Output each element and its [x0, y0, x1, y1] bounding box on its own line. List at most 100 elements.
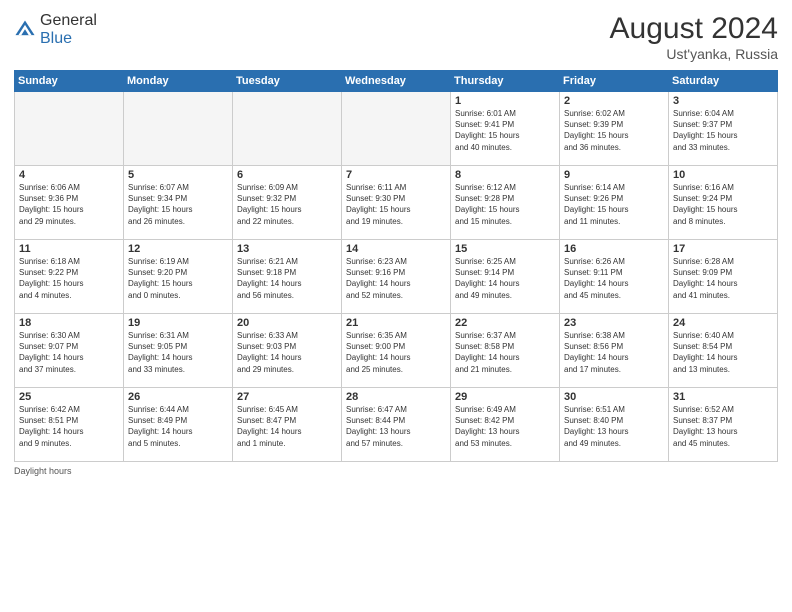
calendar-cell: 7Sunrise: 6:11 AM Sunset: 9:30 PM Daylig…	[342, 166, 451, 240]
day-info: Sunrise: 6:07 AM Sunset: 9:34 PM Dayligh…	[128, 182, 228, 227]
logo-text: General Blue	[40, 12, 97, 48]
week-row-1: 4Sunrise: 6:06 AM Sunset: 9:36 PM Daylig…	[15, 166, 778, 240]
day-info: Sunrise: 6:37 AM Sunset: 8:58 PM Dayligh…	[455, 330, 555, 375]
day-number: 18	[19, 317, 119, 329]
day-number: 3	[673, 95, 773, 107]
day-header-thursday: Thursday	[451, 71, 560, 92]
day-number: 15	[455, 243, 555, 255]
calendar-table: SundayMondayTuesdayWednesdayThursdayFrid…	[14, 70, 778, 462]
logo-general: General	[40, 12, 97, 29]
day-number: 28	[346, 391, 446, 403]
day-info: Sunrise: 6:25 AM Sunset: 9:14 PM Dayligh…	[455, 256, 555, 301]
week-row-0: 1Sunrise: 6:01 AM Sunset: 9:41 PM Daylig…	[15, 92, 778, 166]
calendar-cell: 22Sunrise: 6:37 AM Sunset: 8:58 PM Dayli…	[451, 314, 560, 388]
day-number: 9	[564, 169, 664, 181]
day-header-wednesday: Wednesday	[342, 71, 451, 92]
calendar-cell: 5Sunrise: 6:07 AM Sunset: 9:34 PM Daylig…	[124, 166, 233, 240]
week-row-3: 18Sunrise: 6:30 AM Sunset: 9:07 PM Dayli…	[15, 314, 778, 388]
day-info: Sunrise: 6:16 AM Sunset: 9:24 PM Dayligh…	[673, 182, 773, 227]
calendar-cell: 18Sunrise: 6:30 AM Sunset: 9:07 PM Dayli…	[15, 314, 124, 388]
logo-icon	[14, 19, 36, 41]
day-info: Sunrise: 6:26 AM Sunset: 9:11 PM Dayligh…	[564, 256, 664, 301]
day-info: Sunrise: 6:35 AM Sunset: 9:00 PM Dayligh…	[346, 330, 446, 375]
logo-blue: Blue	[40, 30, 72, 47]
day-info: Sunrise: 6:14 AM Sunset: 9:26 PM Dayligh…	[564, 182, 664, 227]
day-number: 11	[19, 243, 119, 255]
calendar-cell: 19Sunrise: 6:31 AM Sunset: 9:05 PM Dayli…	[124, 314, 233, 388]
day-header-monday: Monday	[124, 71, 233, 92]
calendar-cell: 29Sunrise: 6:49 AM Sunset: 8:42 PM Dayli…	[451, 388, 560, 462]
calendar-cell: 3Sunrise: 6:04 AM Sunset: 9:37 PM Daylig…	[669, 92, 778, 166]
day-info: Sunrise: 6:04 AM Sunset: 9:37 PM Dayligh…	[673, 108, 773, 153]
day-info: Sunrise: 6:02 AM Sunset: 9:39 PM Dayligh…	[564, 108, 664, 153]
day-number: 16	[564, 243, 664, 255]
calendar-cell: 25Sunrise: 6:42 AM Sunset: 8:51 PM Dayli…	[15, 388, 124, 462]
day-info: Sunrise: 6:45 AM Sunset: 8:47 PM Dayligh…	[237, 404, 337, 449]
day-number: 27	[237, 391, 337, 403]
footer-note: Daylight hours	[14, 466, 778, 476]
day-info: Sunrise: 6:44 AM Sunset: 8:49 PM Dayligh…	[128, 404, 228, 449]
calendar-cell: 6Sunrise: 6:09 AM Sunset: 9:32 PM Daylig…	[233, 166, 342, 240]
calendar-cell: 11Sunrise: 6:18 AM Sunset: 9:22 PM Dayli…	[15, 240, 124, 314]
day-info: Sunrise: 6:40 AM Sunset: 8:54 PM Dayligh…	[673, 330, 773, 375]
day-info: Sunrise: 6:30 AM Sunset: 9:07 PM Dayligh…	[19, 330, 119, 375]
day-number: 31	[673, 391, 773, 403]
week-row-4: 25Sunrise: 6:42 AM Sunset: 8:51 PM Dayli…	[15, 388, 778, 462]
day-number: 20	[237, 317, 337, 329]
month-title: August 2024	[610, 12, 778, 46]
calendar-cell	[124, 92, 233, 166]
day-info: Sunrise: 6:28 AM Sunset: 9:09 PM Dayligh…	[673, 256, 773, 301]
calendar-cell: 27Sunrise: 6:45 AM Sunset: 8:47 PM Dayli…	[233, 388, 342, 462]
calendar-cell: 8Sunrise: 6:12 AM Sunset: 9:28 PM Daylig…	[451, 166, 560, 240]
day-number: 1	[455, 95, 555, 107]
calendar-cell: 24Sunrise: 6:40 AM Sunset: 8:54 PM Dayli…	[669, 314, 778, 388]
day-number: 13	[237, 243, 337, 255]
week-row-2: 11Sunrise: 6:18 AM Sunset: 9:22 PM Dayli…	[15, 240, 778, 314]
day-info: Sunrise: 6:31 AM Sunset: 9:05 PM Dayligh…	[128, 330, 228, 375]
day-number: 30	[564, 391, 664, 403]
day-number: 2	[564, 95, 664, 107]
title-block: August 2024 Ust'yanka, Russia	[610, 12, 778, 62]
day-number: 14	[346, 243, 446, 255]
day-number: 12	[128, 243, 228, 255]
day-number: 6	[237, 169, 337, 181]
calendar-cell: 21Sunrise: 6:35 AM Sunset: 9:00 PM Dayli…	[342, 314, 451, 388]
day-number: 26	[128, 391, 228, 403]
day-info: Sunrise: 6:49 AM Sunset: 8:42 PM Dayligh…	[455, 404, 555, 449]
calendar-cell: 10Sunrise: 6:16 AM Sunset: 9:24 PM Dayli…	[669, 166, 778, 240]
day-number: 21	[346, 317, 446, 329]
calendar-cell	[342, 92, 451, 166]
calendar-cell: 28Sunrise: 6:47 AM Sunset: 8:44 PM Dayli…	[342, 388, 451, 462]
day-number: 22	[455, 317, 555, 329]
day-info: Sunrise: 6:33 AM Sunset: 9:03 PM Dayligh…	[237, 330, 337, 375]
calendar-cell: 9Sunrise: 6:14 AM Sunset: 9:26 PM Daylig…	[560, 166, 669, 240]
calendar-cell: 20Sunrise: 6:33 AM Sunset: 9:03 PM Dayli…	[233, 314, 342, 388]
calendar-container: General Blue August 2024 Ust'yanka, Russ…	[0, 0, 792, 612]
calendar-cell: 2Sunrise: 6:02 AM Sunset: 9:39 PM Daylig…	[560, 92, 669, 166]
day-number: 5	[128, 169, 228, 181]
day-number: 25	[19, 391, 119, 403]
calendar-cell: 12Sunrise: 6:19 AM Sunset: 9:20 PM Dayli…	[124, 240, 233, 314]
day-info: Sunrise: 6:47 AM Sunset: 8:44 PM Dayligh…	[346, 404, 446, 449]
day-header-sunday: Sunday	[15, 71, 124, 92]
logo: General Blue	[14, 12, 97, 48]
day-info: Sunrise: 6:11 AM Sunset: 9:30 PM Dayligh…	[346, 182, 446, 227]
day-info: Sunrise: 6:21 AM Sunset: 9:18 PM Dayligh…	[237, 256, 337, 301]
day-info: Sunrise: 6:23 AM Sunset: 9:16 PM Dayligh…	[346, 256, 446, 301]
calendar-cell: 23Sunrise: 6:38 AM Sunset: 8:56 PM Dayli…	[560, 314, 669, 388]
day-number: 8	[455, 169, 555, 181]
day-info: Sunrise: 6:42 AM Sunset: 8:51 PM Dayligh…	[19, 404, 119, 449]
day-number: 19	[128, 317, 228, 329]
day-info: Sunrise: 6:51 AM Sunset: 8:40 PM Dayligh…	[564, 404, 664, 449]
day-number: 29	[455, 391, 555, 403]
header-row: SundayMondayTuesdayWednesdayThursdayFrid…	[15, 71, 778, 92]
calendar-cell: 17Sunrise: 6:28 AM Sunset: 9:09 PM Dayli…	[669, 240, 778, 314]
calendar-cell: 30Sunrise: 6:51 AM Sunset: 8:40 PM Dayli…	[560, 388, 669, 462]
day-info: Sunrise: 6:18 AM Sunset: 9:22 PM Dayligh…	[19, 256, 119, 301]
day-number: 17	[673, 243, 773, 255]
day-header-tuesday: Tuesday	[233, 71, 342, 92]
day-info: Sunrise: 6:06 AM Sunset: 9:36 PM Dayligh…	[19, 182, 119, 227]
header: General Blue August 2024 Ust'yanka, Russ…	[14, 12, 778, 62]
calendar-cell: 31Sunrise: 6:52 AM Sunset: 8:37 PM Dayli…	[669, 388, 778, 462]
day-info: Sunrise: 6:52 AM Sunset: 8:37 PM Dayligh…	[673, 404, 773, 449]
